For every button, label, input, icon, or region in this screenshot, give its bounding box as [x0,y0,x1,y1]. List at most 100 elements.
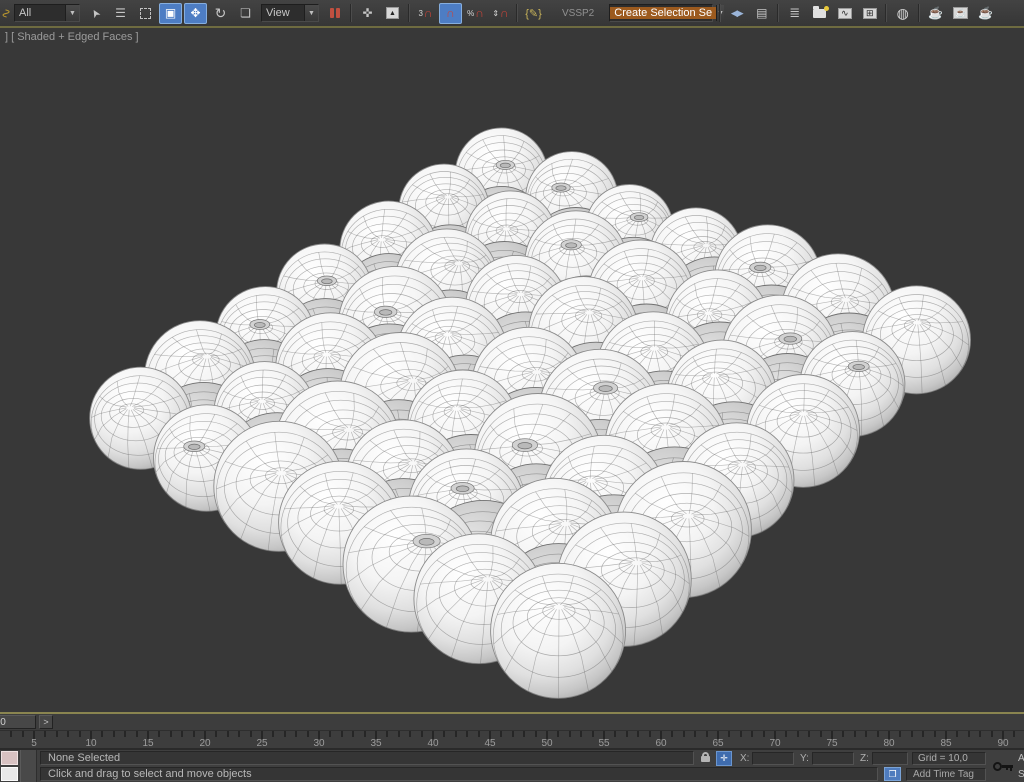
frame-tick [238,731,240,737]
frame-tick [728,731,730,737]
time-slider-track[interactable]: 0 > [0,714,1024,730]
frame-tick [341,731,343,737]
select-and-move-button[interactable]: ✥ [184,3,207,24]
keyboard-shortcut-override-button[interactable]: ▲ [381,3,404,24]
material-editor-button[interactable]: ◍ [891,3,914,24]
frame-tick [626,731,628,737]
auto-key-button[interactable]: Aut [1018,753,1024,764]
material-sphere-icon: ◍ [897,5,909,22]
rendered-frame-window-button[interactable]: ☕ [949,3,972,24]
move-arrows-icon: ✥ [190,6,200,20]
frame-label: 25 [251,738,273,748]
toolbar-divider [777,4,779,22]
frame-label: 35 [365,738,387,748]
named-selection-sets-dropdown[interactable]: Create Selection Se ▼ [609,4,713,22]
frame-tick [158,731,160,737]
frame-tick [592,731,594,737]
frame-tick [671,731,673,737]
select-and-scale-button[interactable]: ❏ [234,3,257,24]
chevron-down-icon[interactable]: ▼ [65,5,79,21]
maxscript-mini-listener-macro[interactable] [1,751,18,765]
frame-tick [649,731,651,737]
frame-tick [523,731,525,737]
frame-tick [785,731,787,737]
snap-3d-label: 3 [418,9,422,18]
use-pivot-point-center-button[interactable] [323,3,346,24]
frame-tick [329,731,331,737]
toolbar-divider [516,4,518,22]
magnet-icon: ∩ [500,6,509,20]
next-frame-button[interactable]: > [39,715,53,729]
reference-coordinate-system-dropdown[interactable]: View ▼ [261,4,319,22]
magnet-icon: ∩ [475,6,484,20]
schematic-view-button[interactable]: ⊞ [858,3,881,24]
frame-label: 50 [536,738,558,748]
mirror-button[interactable]: ◀▶ [725,3,748,24]
align-icon: ▤ [756,6,767,20]
chevron-down-icon[interactable]: ▼ [304,5,318,21]
select-and-manipulate-button[interactable]: ✜ [356,3,379,24]
frame-tick [580,731,582,737]
frame-tick [614,731,616,737]
frame-tick [22,731,24,737]
angle-snap-toggle[interactable]: ∩ [439,3,462,24]
cube-icon: ▣ [165,6,176,20]
frame-tick [1013,731,1015,737]
frame-tick [820,731,822,737]
z-coordinate-input[interactable] [872,752,908,765]
select-object-button[interactable]: ➤ [84,3,107,24]
selection-filter-value: All [15,7,65,19]
grid-size-display: Grid = 10,0 [912,752,986,765]
track-bar-ruler[interactable]: 51015202530354045505560657075808590 [0,730,1024,748]
selection-filter-dropdown[interactable]: All ▼ [14,4,80,22]
snap-toggle-3d-button[interactable]: 3∩ [414,3,437,24]
selection-set-value: Create Selection Se [610,7,716,19]
window-crossing-toggle[interactable]: ▣ [159,3,182,24]
scene-explorer-button[interactable] [808,3,831,24]
set-key-button[interactable]: Se [1018,769,1024,780]
select-by-name-button[interactable]: ☰ [109,3,132,24]
frame-label: 55 [593,738,615,748]
curve-editor-button[interactable]: ∿ [833,3,856,24]
viewport-shading-label[interactable]: ] [ Shaded + Edged Faces ] [5,31,139,43]
align-button[interactable]: ▤ [750,3,773,24]
select-and-rotate-button[interactable]: ↻ [209,3,232,24]
frame-tick [56,731,58,737]
spinner-snap-toggle[interactable]: ⇕∩ [489,3,512,24]
add-time-tag-button[interactable]: Add Time Tag [906,768,986,781]
dashed-square-icon [140,8,151,19]
percent-snap-toggle[interactable]: %∩ [464,3,487,24]
folder-icon [813,9,826,18]
frame-tick [979,731,981,737]
time-slider-handle[interactable]: 0 [0,715,36,729]
pivot-center-icon [330,8,340,18]
frame-tick [934,731,936,737]
frame-tick [307,731,309,737]
listener-splitter[interactable] [20,750,37,782]
absolute-mode-toggle[interactable]: ✛ [716,751,732,766]
frame-tick [10,731,12,737]
set-keys-button[interactable] [990,752,1016,780]
rectangular-selection-region-button[interactable] [134,3,157,24]
selection-lock-toggle[interactable] [698,752,712,765]
window-toggle-button[interactable]: ❐ [884,767,901,781]
render-setup-button[interactable]: ☕ [924,3,947,24]
perspective-viewport[interactable]: ] [ Shaded + Edged Faces ] [0,28,1024,712]
list-icon: ☰ [115,6,126,20]
frame-tick [67,731,69,737]
render-production-button[interactable]: ☕ [974,3,997,24]
maxscript-mini-listener[interactable] [1,767,18,781]
y-coordinate-input[interactable] [812,752,854,765]
frame-label: 65 [707,738,729,748]
edit-named-selection-sets-button[interactable]: {✎} [522,3,545,24]
frame-label: 5 [23,738,45,748]
frame-tick [295,731,297,737]
frame-tick [968,731,970,737]
toolbar-divider [918,4,920,22]
layer-manager-button[interactable]: ≣ [783,3,806,24]
x-coordinate-input[interactable] [752,752,794,765]
frame-tick [124,731,126,737]
frame-tick [227,731,229,737]
toolbar-divider [885,4,887,22]
teapot-window-icon: ☕ [953,7,968,19]
